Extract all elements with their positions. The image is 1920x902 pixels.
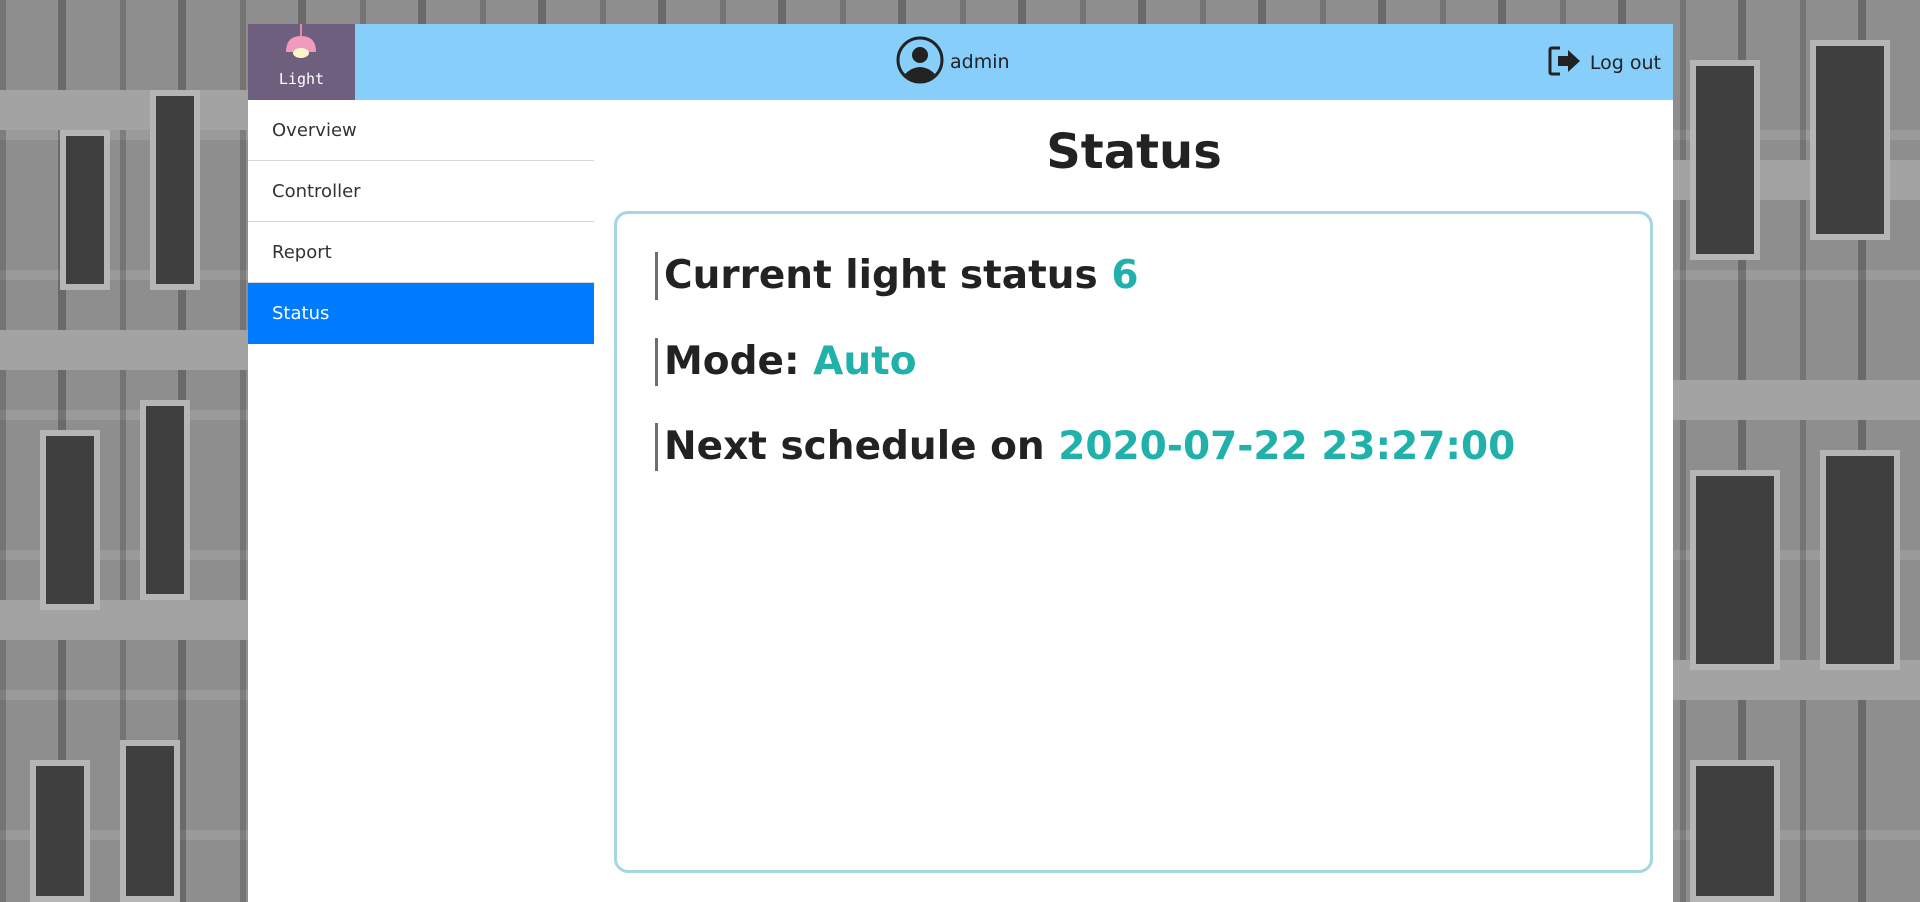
light-status-line: Current light status 6	[655, 252, 1138, 300]
sidebar-item-report[interactable]: Report	[248, 222, 594, 283]
sidebar-nav: Overview Controller Report Status	[248, 100, 594, 344]
sign-out-icon	[1548, 46, 1582, 80]
sidebar-item-controller[interactable]: Controller	[248, 161, 594, 222]
user-circle-icon	[896, 36, 944, 88]
status-card: Current light status 6 Mode: Auto Next s…	[614, 211, 1653, 873]
light-status-value: 6	[1111, 253, 1139, 298]
top-bar: Light admin Log out	[248, 24, 1673, 100]
sidebar-item-status[interactable]: Status	[248, 283, 594, 344]
next-schedule-label: Next schedule on	[664, 424, 1045, 469]
page-title: Status	[1046, 124, 1222, 180]
user-profile[interactable]: admin	[896, 36, 1010, 88]
user-name: admin	[950, 51, 1010, 73]
mode-line: Mode: Auto	[655, 338, 917, 386]
mode-value: Auto	[813, 339, 917, 384]
logout-button[interactable]: Log out	[1548, 46, 1661, 80]
next-schedule-value: 2020-07-22 23:27:00	[1058, 424, 1516, 469]
light-status-label: Current light status	[664, 253, 1098, 298]
mode-label: Mode:	[664, 339, 800, 384]
logo-text: Light	[278, 70, 325, 88]
app-logo[interactable]: Light	[248, 24, 355, 100]
sidebar-item-overview[interactable]: Overview	[248, 100, 594, 161]
logout-label: Log out	[1589, 52, 1661, 74]
app-window: Light admin Log out Overview Controller …	[248, 24, 1673, 902]
next-schedule-line: Next schedule on 2020-07-22 23:27:00	[655, 423, 1515, 471]
